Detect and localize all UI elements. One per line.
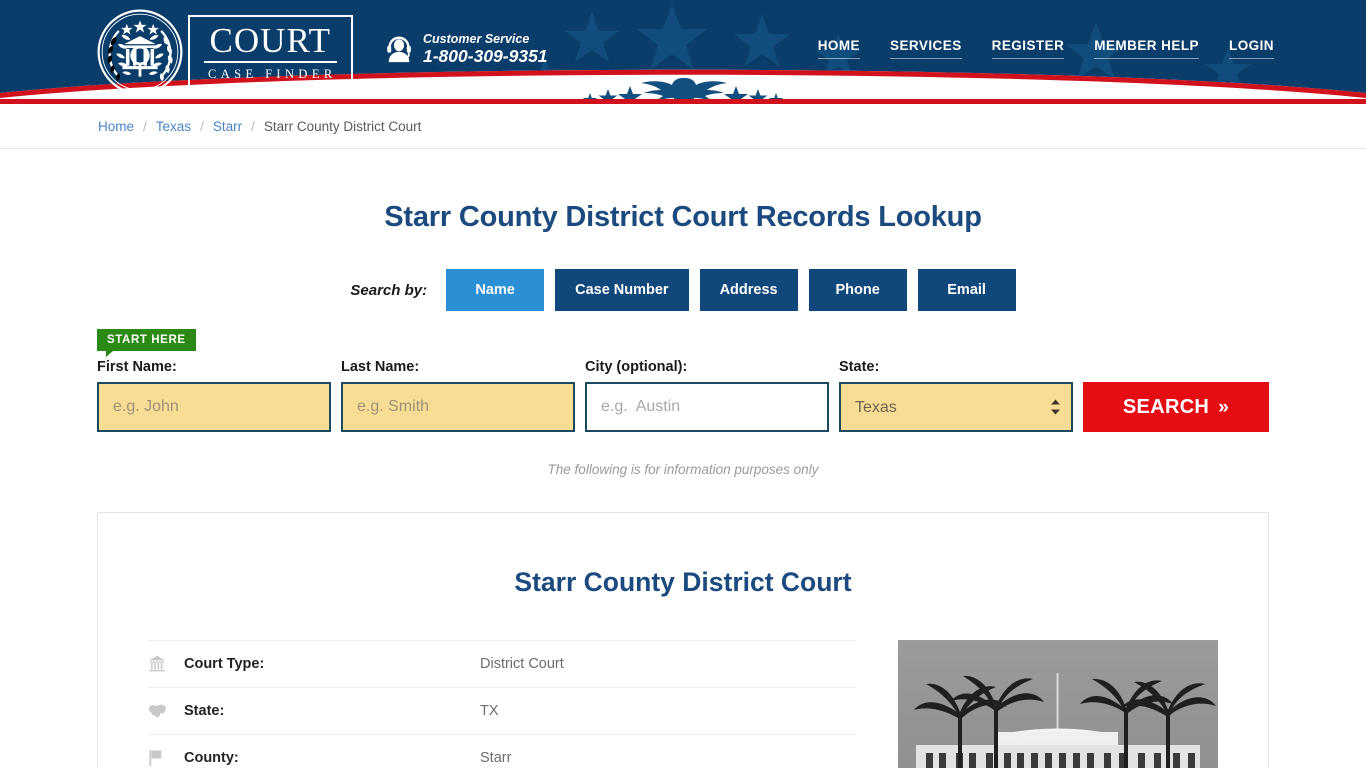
nav-item-home[interactable]: HOME <box>817 38 861 59</box>
first-name-field-group: First Name: <box>97 359 331 432</box>
breadcrumb-item-texas[interactable]: Texas <box>156 119 191 134</box>
search-fields-row: First Name: Last Name: City (optional): … <box>97 359 1269 432</box>
start-here-badge: START HERE <box>97 329 196 357</box>
page-title: Starr County District Court Records Look… <box>384 201 982 233</box>
detail-row-state: State: TX <box>148 687 856 734</box>
logo-sub: CASE FINDER <box>208 66 337 81</box>
search-button[interactable]: SEARCH » <box>1083 382 1269 432</box>
court-details-body: Court Type: District Court State: TX Cou… <box>148 640 1218 768</box>
us-map-icon <box>148 703 184 719</box>
detail-key: Court Type: <box>184 656 265 672</box>
first-name-label: First Name: <box>97 359 177 375</box>
last-name-field-group: Last Name: <box>341 359 575 432</box>
court-info-card: Starr County District Court Court Type: … <box>97 512 1269 768</box>
double-chevron-right-icon: » <box>1218 396 1230 418</box>
city-input[interactable] <box>585 382 829 432</box>
logo-text: COURT CASE FINDER <box>188 14 353 90</box>
tab-email[interactable]: Email <box>917 269 1016 311</box>
tab-name[interactable]: Name <box>446 269 545 311</box>
nav-item-login[interactable]: LOGIN <box>1229 38 1274 59</box>
main-content: Starr County District Court Records Look… <box>0 201 1366 768</box>
search-form: START HERE First Name: Last Name: City (… <box>97 311 1269 432</box>
search-by-tabs: Search by: Name Case Number Address Phon… <box>0 269 1366 311</box>
breadcrumb-item-starr[interactable]: Starr <box>213 119 242 134</box>
tab-phone[interactable]: Phone <box>808 269 907 311</box>
search-button-label: SEARCH <box>1122 395 1210 418</box>
logo-word: COURT <box>204 23 337 63</box>
bank-icon <box>148 655 184 673</box>
breadcrumb-item-home[interactable]: Home <box>98 119 134 134</box>
court-details-table: Court Type: District Court State: TX Cou… <box>148 640 856 768</box>
detail-value: Starr <box>480 750 512 766</box>
breadcrumb-item-current: Starr County District Court <box>263 118 422 134</box>
city-field-group: City (optional): <box>585 359 829 432</box>
first-name-input[interactable] <box>97 382 331 432</box>
detail-value: TX <box>480 703 499 719</box>
last-name-input[interactable] <box>341 382 575 432</box>
state-label: State: <box>839 359 880 375</box>
state-select[interactable]: Texas <box>839 382 1073 432</box>
city-label: City (optional): <box>585 359 688 375</box>
detail-value: District Court <box>480 656 564 672</box>
last-name-label: Last Name: <box>341 359 420 375</box>
tab-address[interactable]: Address <box>699 269 798 311</box>
site-logo[interactable]: COURT CASE FINDER <box>96 8 353 96</box>
breadcrumb-separator: / <box>143 118 147 134</box>
detail-row-county: County: Starr <box>148 734 856 768</box>
site-header: COURT CASE FINDER Customer Service 1-800… <box>0 0 1366 104</box>
breadcrumb: Home / Texas / Starr / Starr County Dist… <box>0 104 1366 149</box>
state-field-group: State: Texas <box>839 359 1073 432</box>
court-name-title: Starr County District Court <box>514 567 852 597</box>
main-navigation: HOME SERVICES REGISTER MEMBER HELP LOGIN <box>817 38 1274 59</box>
disclaimer-text: The following is for information purpose… <box>547 462 819 477</box>
courthouse-photo <box>898 640 1218 768</box>
customer-service-label: Customer Service <box>423 32 530 46</box>
nav-item-register[interactable]: REGISTER <box>991 38 1065 59</box>
customer-service-block[interactable]: Customer Service 1-800-309-9351 <box>384 32 548 67</box>
court-seal-icon <box>97 9 183 95</box>
nav-item-services[interactable]: SERVICES <box>890 38 962 59</box>
nav-item-member-help[interactable]: MEMBER HELP <box>1094 38 1199 59</box>
tab-case-number[interactable]: Case Number <box>555 269 689 311</box>
breadcrumb-separator: / <box>251 118 255 134</box>
customer-service-phone[interactable]: 1-800-309-9351 <box>423 46 548 66</box>
breadcrumb-separator: / <box>200 118 204 134</box>
search-by-label: Search by: <box>350 281 428 299</box>
header-red-strip <box>0 99 1366 104</box>
detail-row-court-type: Court Type: District Court <box>148 640 856 687</box>
detail-key: State: <box>184 703 225 719</box>
flag-icon <box>148 749 184 767</box>
headset-support-icon <box>384 34 414 65</box>
detail-key: County: <box>184 750 239 766</box>
